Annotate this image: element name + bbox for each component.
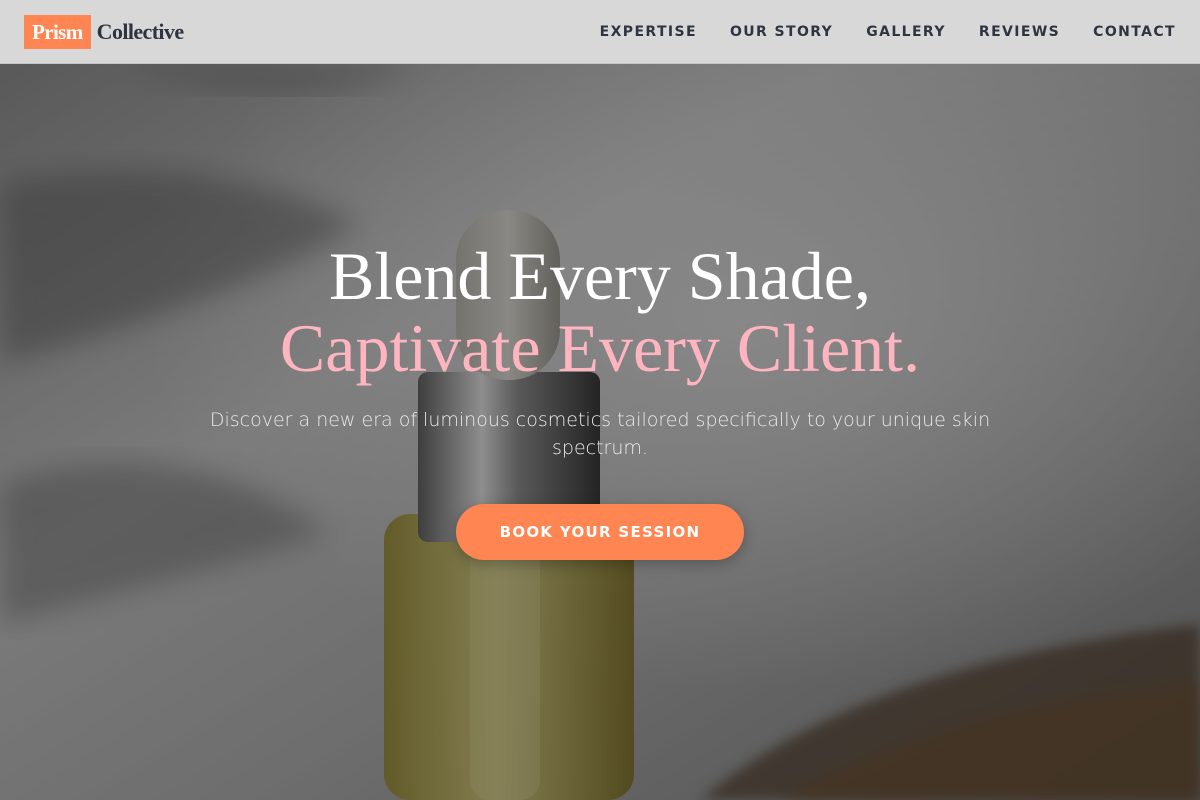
nav-link-expertise[interactable]: EXPERTISE	[600, 24, 697, 40]
hero-section: Blend Every Shade, Captivate Every Clien…	[0, 64, 1200, 800]
brand-badge: Prism	[24, 14, 91, 49]
nav-link-reviews[interactable]: REVIEWS	[979, 24, 1060, 40]
top-navbar: Prism Collective EXPERTISE OUR STORY GAL…	[0, 0, 1200, 64]
landing-page: Prism Collective EXPERTISE OUR STORY GAL…	[0, 0, 1200, 800]
hero-subtitle: Discover a new era of luminous cosmetics…	[209, 409, 991, 459]
book-session-button[interactable]: BOOK YOUR SESSION	[456, 504, 744, 560]
nav-link-our-story[interactable]: OUR STORY	[730, 24, 833, 40]
headline-line-2: Captivate Every Client.	[279, 310, 921, 386]
nav-link-gallery[interactable]: GALLERY	[866, 24, 946, 40]
brand-logo[interactable]: Prism Collective	[24, 14, 184, 49]
headline-line-1: Blend Every Shade,	[329, 238, 871, 314]
brand-name: Collective	[96, 18, 184, 44]
main-nav: EXPERTISE OUR STORY GALLERY REVIEWS CONT…	[600, 24, 1176, 40]
nav-link-contact[interactable]: CONTACT	[1093, 24, 1176, 40]
